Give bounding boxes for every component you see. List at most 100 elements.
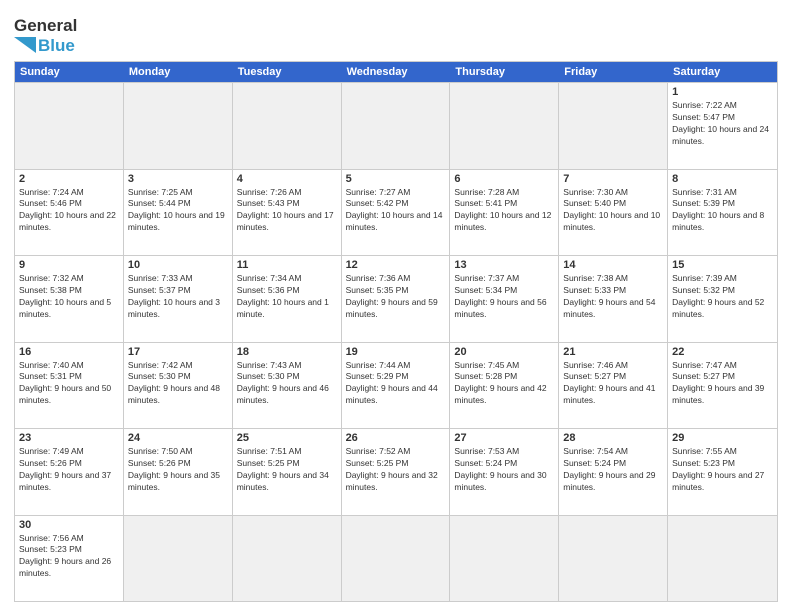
empty-cell	[559, 83, 668, 168]
calendar-week-6: 30Sunrise: 7:56 AMSunset: 5:23 PMDayligh…	[15, 515, 777, 601]
calendar-week-3: 9Sunrise: 7:32 AMSunset: 5:38 PMDaylight…	[15, 255, 777, 341]
sun-info: Sunrise: 7:50 AMSunset: 5:26 PMDaylight:…	[128, 446, 228, 494]
day-number: 27	[454, 432, 554, 444]
sun-info: Sunrise: 7:52 AMSunset: 5:25 PMDaylight:…	[346, 446, 446, 494]
calendar-day-25: 25Sunrise: 7:51 AMSunset: 5:25 PMDayligh…	[233, 429, 342, 514]
empty-cell	[342, 516, 451, 601]
calendar-day-17: 17 Sunrise: 7:42 AMSunset: 5:30 PMDayligh…	[124, 343, 233, 428]
calendar-day-22: 22Sunrise: 7:47 AMSunset: 5:27 PMDayligh…	[668, 343, 777, 428]
sun-info: Sunrise: 7:36 AMSunset: 5:35 PMDaylight:…	[346, 273, 446, 321]
sun-info: Sunrise: 7:30 AMSunset: 5:40 PMDaylight:…	[563, 187, 663, 235]
calendar-day-24: 24 Sunrise: 7:50 AMSunset: 5:26 PMDayligh…	[124, 429, 233, 514]
day-number: 14	[563, 259, 663, 271]
calendar-week-1: 1Sunrise: 7:22 AMSunset: 5:47 PMDaylight…	[15, 82, 777, 168]
calendar-day-3: 3Sunrise: 7:25 AMSunset: 5:44 PMDaylight…	[124, 170, 233, 255]
empty-cell	[668, 516, 777, 601]
empty-cell	[450, 83, 559, 168]
empty-cell	[233, 516, 342, 601]
calendar-day-16: 16 Sunrise: 7:40 AMSunset: 5:31 PMDayligh…	[15, 343, 124, 428]
calendar-day-13: 13Sunrise: 7:37 AMSunset: 5:34 PMDayligh…	[450, 256, 559, 341]
sun-info: Sunrise: 7:54 AMSunset: 5:24 PMDaylight:…	[563, 446, 663, 494]
day-number: 30	[19, 519, 119, 531]
calendar-day-1: 1Sunrise: 7:22 AMSunset: 5:47 PMDaylight…	[668, 83, 777, 168]
sun-info: Sunrise: 7:53 AMSunset: 5:24 PMDaylight:…	[454, 446, 554, 494]
calendar-body: 1Sunrise: 7:22 AMSunset: 5:47 PMDaylight…	[15, 82, 777, 601]
calendar-day-30: 30Sunrise: 7:56 AMSunset: 5:23 PMDayligh…	[15, 516, 124, 601]
sun-info: Sunrise: 7:55 AMSunset: 5:23 PMDaylight:…	[672, 446, 773, 494]
day-number: 18	[237, 346, 337, 358]
day-number: 29	[672, 432, 773, 444]
calendar-day-26: 26 Sunrise: 7:52 AMSunset: 5:25 PMDayligh…	[342, 429, 451, 514]
calendar-day-21: 21Sunrise: 7:46 AMSunset: 5:27 PMDayligh…	[559, 343, 668, 428]
day-header-tuesday: Tuesday	[233, 62, 342, 82]
day-number: 11	[237, 259, 337, 271]
sun-info: Sunrise: 7:25 AMSunset: 5:44 PMDaylight:…	[128, 187, 228, 235]
day-number: 28	[563, 432, 663, 444]
day-number: 10	[128, 259, 228, 271]
day-number: 19	[346, 346, 446, 358]
day-header-sunday: Sunday	[15, 62, 124, 82]
day-header-wednesday: Wednesday	[342, 62, 451, 82]
day-number: 16	[19, 346, 119, 358]
sun-info: Sunrise: 7:24 AMSunset: 5:46 PMDaylight:…	[19, 187, 119, 235]
day-number: 8	[672, 173, 773, 185]
sun-info: Sunrise: 7:32 AMSunset: 5:38 PMDaylight:…	[19, 273, 119, 321]
day-number: 20	[454, 346, 554, 358]
day-number: 6	[454, 173, 554, 185]
day-number: 23	[19, 432, 119, 444]
calendar-day-2: 2 Sunrise: 7:24 AMSunset: 5:46 PMDaylight…	[15, 170, 124, 255]
calendar-week-5: 23Sunrise: 7:49 AMSunset: 5:26 PMDayligh…	[15, 428, 777, 514]
calendar-day-27: 27 Sunrise: 7:53 AMSunset: 5:24 PMDayligh…	[450, 429, 559, 514]
page-header: General Blue	[14, 12, 778, 55]
calendar-day-28: 28 Sunrise: 7:54 AMSunset: 5:24 PMDayligh…	[559, 429, 668, 514]
sun-info: Sunrise: 7:42 AMSunset: 5:30 PMDaylight:…	[128, 360, 228, 408]
day-number: 12	[346, 259, 446, 271]
calendar-day-18: 18 Sunrise: 7:43 AMSunset: 5:30 PMDayligh…	[233, 343, 342, 428]
sun-info: Sunrise: 7:26 AMSunset: 5:43 PMDaylight:…	[237, 187, 337, 235]
day-header-friday: Friday	[559, 62, 668, 82]
calendar-day-9: 9Sunrise: 7:32 AMSunset: 5:38 PMDaylight…	[15, 256, 124, 341]
day-number: 7	[563, 173, 663, 185]
calendar: SundayMondayTuesdayWednesdayThursdayFrid…	[14, 61, 778, 602]
empty-cell	[233, 83, 342, 168]
logo-blue: Blue	[38, 36, 75, 56]
sun-info: Sunrise: 7:44 AMSunset: 5:29 PMDaylight:…	[346, 360, 446, 408]
day-number: 2	[19, 173, 119, 185]
calendar-day-7: 7 Sunrise: 7:30 AMSunset: 5:40 PMDaylight…	[559, 170, 668, 255]
empty-cell	[559, 516, 668, 601]
calendar-week-2: 2 Sunrise: 7:24 AMSunset: 5:46 PMDaylight…	[15, 169, 777, 255]
day-number: 22	[672, 346, 773, 358]
day-number: 17	[128, 346, 228, 358]
empty-cell	[342, 83, 451, 168]
empty-cell	[124, 516, 233, 601]
day-header-monday: Monday	[124, 62, 233, 82]
day-number: 24	[128, 432, 228, 444]
calendar-day-19: 19 Sunrise: 7:44 AMSunset: 5:29 PMDayligh…	[342, 343, 451, 428]
calendar-day-15: 15Sunrise: 7:39 AMSunset: 5:32 PMDayligh…	[668, 256, 777, 341]
day-header-saturday: Saturday	[668, 62, 777, 82]
calendar-week-4: 16 Sunrise: 7:40 AMSunset: 5:31 PMDayligh…	[15, 342, 777, 428]
calendar-day-8: 8 Sunrise: 7:31 AMSunset: 5:39 PMDaylight…	[668, 170, 777, 255]
sun-info: Sunrise: 7:45 AMSunset: 5:28 PMDaylight:…	[454, 360, 554, 408]
day-number: 26	[346, 432, 446, 444]
empty-cell	[15, 83, 124, 168]
calendar-header: SundayMondayTuesdayWednesdayThursdayFrid…	[15, 62, 777, 82]
calendar-day-23: 23Sunrise: 7:49 AMSunset: 5:26 PMDayligh…	[15, 429, 124, 514]
logo: General Blue	[14, 16, 77, 55]
day-number: 25	[237, 432, 337, 444]
sun-info: Sunrise: 7:34 AMSunset: 5:36 PMDaylight:…	[237, 273, 337, 321]
day-header-thursday: Thursday	[450, 62, 559, 82]
sun-info: Sunrise: 7:22 AMSunset: 5:47 PMDaylight:…	[672, 100, 773, 148]
logo-general: General	[14, 16, 77, 36]
sun-info: Sunrise: 7:31 AMSunset: 5:39 PMDaylight:…	[672, 187, 773, 235]
day-number: 13	[454, 259, 554, 271]
day-number: 4	[237, 173, 337, 185]
calendar-day-12: 12 Sunrise: 7:36 AMSunset: 5:35 PMDayligh…	[342, 256, 451, 341]
sun-info: Sunrise: 7:40 AMSunset: 5:31 PMDaylight:…	[19, 360, 119, 408]
logo-triangle-icon	[14, 37, 36, 53]
sun-info: Sunrise: 7:43 AMSunset: 5:30 PMDaylight:…	[237, 360, 337, 408]
day-number: 21	[563, 346, 663, 358]
calendar-day-10: 10Sunrise: 7:33 AMSunset: 5:37 PMDayligh…	[124, 256, 233, 341]
sun-info: Sunrise: 7:39 AMSunset: 5:32 PMDaylight:…	[672, 273, 773, 321]
calendar-day-11: 11 Sunrise: 7:34 AMSunset: 5:36 PMDayligh…	[233, 256, 342, 341]
